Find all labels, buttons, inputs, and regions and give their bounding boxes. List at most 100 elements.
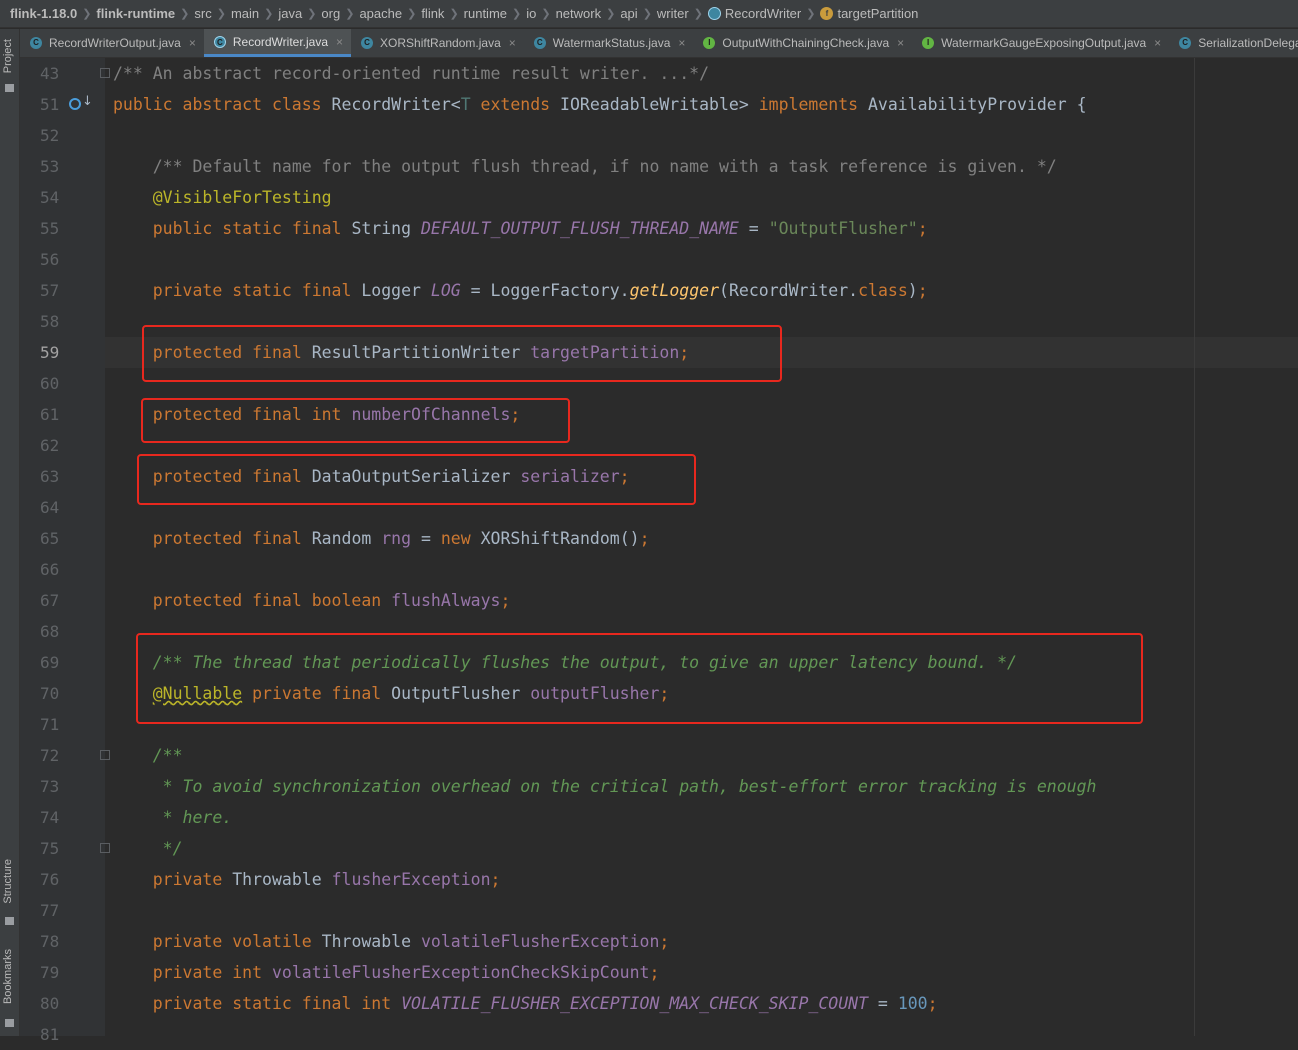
class-icon: C xyxy=(533,37,546,49)
code-line[interactable]: public abstract class RecordWriter<T ext… xyxy=(113,89,1087,120)
line-number: 63 xyxy=(40,467,60,486)
code-line[interactable]: private volatile Throwable volatileFlush… xyxy=(113,926,670,957)
folder-icon[interactable] xyxy=(5,84,14,92)
code-line[interactable]: /** xyxy=(113,740,183,771)
code-line[interactable]: protected final Random rng = new XORShif… xyxy=(113,523,650,554)
breadcrumb-item[interactable]: flink xyxy=(421,6,444,21)
breadcrumb-label: network xyxy=(555,6,602,21)
breadcrumb-item[interactable]: api xyxy=(620,6,637,21)
editor-tab[interactable]: C RecordWriterOutput.java × xyxy=(20,29,204,57)
code-token: implements xyxy=(758,95,868,114)
code-token: @VisibleForTesting xyxy=(152,188,332,207)
breadcrumb-item[interactable]: flink-1.18.0 xyxy=(10,6,77,21)
structure-tool-button[interactable]: Structure xyxy=(2,859,14,904)
arrow-down-icon[interactable]: ↓ xyxy=(82,94,93,109)
breadcrumb-label: main xyxy=(230,6,260,21)
structure-icon[interactable] xyxy=(5,917,14,925)
code-line[interactable]: /** Default name for the output flush th… xyxy=(113,151,1057,182)
code-line[interactable]: public static final String DEFAULT_OUTPU… xyxy=(113,213,928,244)
close-icon[interactable]: × xyxy=(678,36,685,50)
code-editor[interactable]: /** An abstract record-oriented runtime … xyxy=(105,58,1298,1036)
line-number-gutter: 43 51 52 53 54 55 56 57 58 59 60 61 62 63 64 65 66 67 68 69… xyxy=(20,58,105,1044)
breadcrumb-item[interactable]: java xyxy=(278,6,302,21)
line-number: 68 xyxy=(40,622,60,641)
implements-marker-icon[interactable] xyxy=(69,98,81,110)
fold-marker-icon[interactable] xyxy=(100,843,110,853)
breadcrumb-item[interactable]: network xyxy=(556,6,602,21)
code-token: String xyxy=(351,219,421,238)
code-line[interactable]: private static final int VOLATILE_FLUSHE… xyxy=(113,988,938,1019)
tab-label: SerializationDelegate. xyxy=(1198,36,1298,50)
chevron-right-icon: ❯ xyxy=(693,8,703,20)
code-line[interactable]: private Throwable flusherException; xyxy=(113,864,501,895)
code-line[interactable]: /** An abstract record-oriented runtime … xyxy=(113,58,709,89)
code-token: ; xyxy=(927,994,938,1013)
code-token: AvailabilityProvider { xyxy=(868,95,1087,114)
editor-tab[interactable]: C SerializationDelegate. xyxy=(1169,29,1298,57)
editor-tab[interactable]: I WatermarkGaugeExposingOutput.java × xyxy=(912,29,1169,57)
line-number: 81 xyxy=(40,1025,60,1044)
close-icon[interactable]: × xyxy=(189,36,196,50)
code-line[interactable]: private static final Logger LOG = Logger… xyxy=(113,275,928,306)
fold-marker-icon[interactable] xyxy=(100,750,110,760)
breadcrumb-item[interactable]: apache xyxy=(359,6,402,21)
code-line[interactable]: * here. xyxy=(113,802,233,833)
line-number: 54 xyxy=(40,188,60,207)
editor-tab[interactable]: C RecordWriter.java × xyxy=(203,29,352,57)
project-tool-button[interactable]: Project xyxy=(2,39,14,73)
breadcrumb-item[interactable]: main xyxy=(231,6,259,21)
code-token: = xyxy=(738,219,769,238)
line-number: 57 xyxy=(40,281,60,300)
breadcrumb-item[interactable]: runtime xyxy=(464,6,507,21)
line-number: 80 xyxy=(40,994,60,1013)
code-token: /** Default name for the output flush th… xyxy=(152,157,1057,176)
bookmark-icon[interactable] xyxy=(5,1019,14,1027)
code-line[interactable]: protected final boolean flushAlways; xyxy=(113,585,511,616)
breadcrumb-item[interactable]: writer xyxy=(657,6,689,21)
code-line[interactable]: */ xyxy=(113,833,183,864)
breadcrumb-label: flink xyxy=(421,6,445,21)
close-icon[interactable]: × xyxy=(509,36,516,50)
editor-tab[interactable]: C WatermarkStatus.java × xyxy=(524,29,694,57)
code-token: IOReadableWritable> xyxy=(560,95,759,114)
line-number: 74 xyxy=(40,808,60,827)
editor-tab[interactable]: C XORShiftRandom.java × xyxy=(351,29,524,57)
breadcrumb-item[interactable]: org xyxy=(321,6,340,21)
breadcrumb-item[interactable]: src xyxy=(194,6,211,21)
chevron-right-icon: ❯ xyxy=(512,8,522,20)
code-token: ; xyxy=(639,529,650,548)
annotation-highlight-box xyxy=(137,454,696,505)
breadcrumb-label: org xyxy=(321,6,341,21)
editor-tab[interactable]: I OutputWithChainingCheck.java × xyxy=(693,29,912,57)
code-token: private static final xyxy=(152,281,362,300)
line-number: 77 xyxy=(40,901,60,920)
line-number: 78 xyxy=(40,932,60,951)
editor-tabs: C RecordWriterOutput.java × C RecordWriter.j… xyxy=(20,29,1298,58)
close-icon[interactable]: × xyxy=(336,35,343,49)
bookmarks-tool-button[interactable]: Bookmarks xyxy=(2,949,14,1004)
breadcrumb-item[interactable]: f targetPartition xyxy=(820,6,918,21)
breadcrumb-item[interactable]: RecordWriter xyxy=(707,6,802,21)
interface-icon: I xyxy=(922,37,935,49)
breadcrumb-label: flink-runtime xyxy=(96,6,176,21)
code-token: = xyxy=(868,994,898,1013)
code-token: public static final xyxy=(152,219,352,238)
close-icon[interactable]: × xyxy=(897,36,904,50)
breadcrumb-item[interactable]: io xyxy=(526,6,536,21)
line-number: 66 xyxy=(40,560,60,579)
breadcrumb-item[interactable]: flink-runtime xyxy=(96,6,175,21)
fold-marker-icon[interactable] xyxy=(100,68,110,78)
code-line[interactable]: * To avoid synchronization overhead on t… xyxy=(113,771,1097,802)
breadcrumb-label: RecordWriter xyxy=(724,6,802,21)
line-number: 56 xyxy=(40,250,60,269)
code-line[interactable]: private int volatileFlusherExceptionChec… xyxy=(113,957,660,988)
close-icon[interactable]: × xyxy=(1154,36,1161,50)
breadcrumb-label: runtime xyxy=(463,6,508,21)
chevron-right-icon: ❯ xyxy=(541,8,551,20)
code-line[interactable]: @VisibleForTesting xyxy=(113,182,332,213)
tab-label: RecordWriter.java xyxy=(232,34,329,49)
